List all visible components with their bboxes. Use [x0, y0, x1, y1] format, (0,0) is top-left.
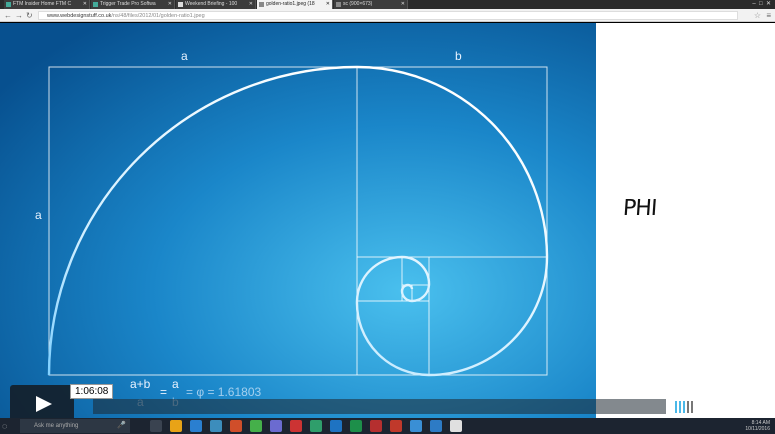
app-icon[interactable] [410, 420, 422, 432]
volume-bar [683, 401, 685, 413]
formula-result: = φ = 1.61803 [186, 385, 262, 399]
windows-taskbar: ◌ Ask me anything 🎤 8:14 AM 10/11/2016 [0, 418, 775, 434]
formula-numerator-2: a [172, 377, 179, 391]
url-host: www.webdesignstuff.co.uk [47, 13, 112, 19]
app-icon[interactable] [270, 420, 282, 432]
app-icon[interactable] [310, 420, 322, 432]
task-view-icon[interactable] [150, 420, 162, 432]
fullscreen-icon[interactable]: ⛶ [745, 399, 755, 416]
favicon-icon [6, 2, 11, 7]
back-arrow-icon[interactable]: ← [4, 11, 12, 20]
tab-label: sc (900×673) [343, 1, 373, 7]
system-tray: 8:14 AM 10/11/2016 [700, 420, 770, 432]
volume-bar [675, 401, 677, 413]
close-tab-icon[interactable]: ✕ [168, 0, 172, 9]
favicon-icon [336, 2, 341, 7]
chrome-icon[interactable] [250, 420, 262, 432]
app-icon[interactable] [370, 420, 382, 432]
start-button[interactable]: ◌ [2, 421, 12, 431]
app-icon[interactable] [390, 420, 402, 432]
app-icon[interactable] [230, 420, 242, 432]
volume-bar [691, 401, 693, 413]
golden-ratio-image: a b a a+b a = a b = φ = 1.61803 [0, 23, 596, 418]
progress-bar[interactable] [93, 399, 666, 414]
menu-icon[interactable]: ≡ [766, 11, 771, 20]
tab-golden-ratio[interactable]: golden-ratio1.jpeg (18 ✕ [257, 0, 333, 9]
golden-ratio-diagram [0, 23, 596, 418]
browser-tab-bar: FTM Insider Home FTM C ✕ Trigger Trade Pr… [0, 0, 775, 9]
forward-arrow-icon[interactable]: → [15, 11, 23, 20]
app-icon[interactable] [450, 420, 462, 432]
tab-label: Trigger Trade Pro Softwa [100, 1, 156, 7]
edge-icon[interactable] [190, 420, 202, 432]
tab-weekend-briefing[interactable]: Weekend Briefing - 100 ✕ [176, 0, 256, 9]
window-controls: – □ ✕ [752, 0, 771, 9]
tab-sc[interactable]: sc (900×673) ✕ [334, 0, 408, 9]
bookmark-star-icon[interactable]: ☆ [754, 11, 761, 20]
url-path: /ns/48/files/2012/01/golden-ratio1.jpeg [111, 13, 205, 19]
close-tab-icon[interactable]: ✕ [249, 0, 253, 9]
tab-label: golden-ratio1.jpeg (18 [266, 1, 315, 7]
formula-equals: = [160, 385, 168, 399]
search-placeholder: Ask me anything [34, 423, 79, 429]
maximize-icon[interactable]: □ [759, 1, 763, 7]
volume-bar [679, 401, 681, 413]
excel-icon[interactable] [350, 420, 362, 432]
close-tab-icon[interactable]: ✕ [401, 0, 405, 9]
app-icon[interactable] [290, 420, 302, 432]
reload-icon[interactable]: ↻ [26, 11, 33, 20]
close-tab-icon[interactable]: ✕ [83, 0, 87, 9]
formula-numerator-1: a+b [130, 377, 151, 391]
label-a-top: a [181, 49, 188, 63]
favicon-icon [178, 2, 183, 7]
screen: FTM Insider Home FTM C ✕ Trigger Trade Pr… [0, 0, 775, 434]
close-window-icon[interactable]: ✕ [766, 1, 771, 7]
search-box[interactable]: Ask me anything 🎤 [20, 419, 130, 433]
volume-control[interactable] [675, 401, 699, 413]
store-icon[interactable] [210, 420, 222, 432]
label-b-top: b [455, 49, 462, 63]
microphone-icon[interactable]: 🎤 [117, 419, 126, 433]
file-explorer-icon[interactable] [170, 420, 182, 432]
hd-toggle[interactable]: HD [710, 399, 732, 416]
play-icon [36, 396, 52, 412]
address-bar: ← → ↻ www.webdesignstuff.co.uk/ns/48/fil… [0, 9, 775, 22]
close-tab-icon[interactable]: ✕ [326, 0, 330, 9]
tab-label: Weekend Briefing - 100 [185, 1, 238, 7]
minimize-icon[interactable]: – [752, 1, 755, 7]
handwritten-note: PHI [622, 196, 658, 221]
timestamp-tooltip: 1:06:08 [70, 384, 114, 399]
label-a-side: a [35, 208, 42, 222]
url-input[interactable]: www.webdesignstuff.co.uk/ns/48/files/201… [38, 11, 738, 20]
tray-date: 10/11/2016 [745, 426, 770, 432]
tab-trigger-trade[interactable]: Trigger Trade Pro Softwa ✕ [91, 0, 175, 9]
favicon-icon [93, 2, 98, 7]
app-icon[interactable] [430, 420, 442, 432]
tab-ftm-insider[interactable]: FTM Insider Home FTM C ✕ [4, 0, 90, 9]
word-icon[interactable] [330, 420, 342, 432]
volume-bar [687, 401, 689, 413]
tab-label: FTM Insider Home FTM C [13, 1, 72, 7]
favicon-icon [259, 2, 264, 7]
